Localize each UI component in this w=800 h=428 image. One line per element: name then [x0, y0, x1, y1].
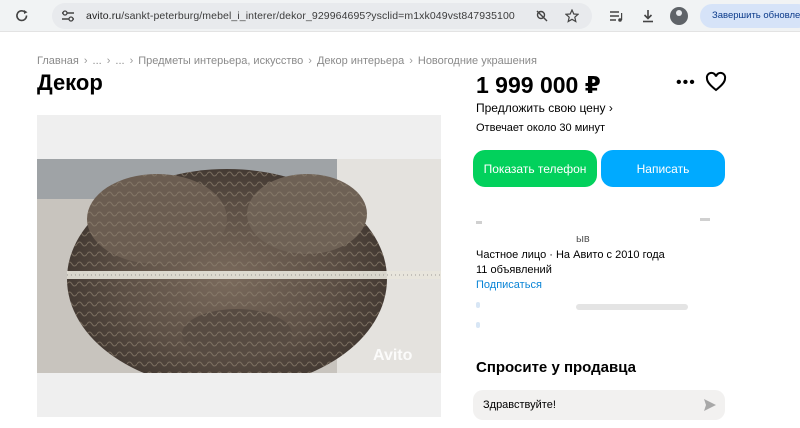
breadcrumb-item-collapsed[interactable]: ... [115, 55, 124, 67]
send-icon[interactable] [703, 398, 717, 412]
breadcrumb-separator: › [129, 55, 134, 67]
seller-name-redacted[interactable] [476, 218, 710, 228]
profile-icon[interactable] [670, 7, 688, 25]
favorite-heart-icon[interactable] [705, 71, 727, 93]
reload-icon[interactable] [12, 6, 32, 26]
breadcrumb: Главная ›... ›... › Предметы интерьера, иску… [37, 55, 537, 67]
price: 1 999 000 ₽ [476, 72, 601, 98]
seller-name-suffix: ыв [576, 233, 590, 245]
breadcrumb-separator: › [83, 55, 88, 67]
url-text: avito.ru/sankt-peterburg/mebel_i_interer… [86, 10, 515, 22]
write-button[interactable]: Написать [601, 150, 725, 187]
seller-name-fragment: ыв [476, 233, 590, 245]
star-icon[interactable] [562, 6, 582, 26]
playlist-icon[interactable] [606, 6, 626, 26]
seller-listings-count[interactable]: 11 объявлений [476, 264, 552, 276]
update-browser-button[interactable]: Завершить обновление [700, 4, 800, 28]
seller-type: Частное лицо · На Авито с 2010 года [476, 249, 665, 261]
site-info-icon[interactable] [58, 6, 78, 26]
ask-seller-title: Спросите у продавца [476, 359, 636, 376]
message-input[interactable] [473, 390, 725, 420]
photo-image [37, 159, 441, 373]
subscribe-link[interactable]: Подписаться [476, 279, 542, 291]
show-phone-button[interactable]: Показать телефон [473, 150, 597, 187]
breadcrumb-separator: › [106, 55, 111, 67]
breadcrumb-item-collapsed[interactable]: ... [93, 55, 102, 67]
browser-toolbar: avito.ru/sankt-peterburg/mebel_i_interer… [0, 0, 800, 32]
breadcrumb-item-newyear[interactable]: Новогодние украшения [418, 55, 537, 67]
breadcrumb-item-home[interactable]: Главная [37, 55, 79, 67]
breadcrumb-item-decor[interactable]: Декор интерьера [317, 55, 404, 67]
breadcrumb-separator: › [308, 55, 312, 67]
page-title: Декор [37, 70, 103, 95]
listing-photo[interactable]: Avito [37, 115, 441, 417]
avito-watermark: Avito [373, 347, 413, 364]
breadcrumb-item-interior[interactable]: Предметы интерьера, искусство [138, 55, 303, 67]
no-track-icon[interactable] [532, 6, 552, 26]
more-options-icon[interactable]: ••• [676, 74, 696, 92]
download-icon[interactable] [638, 6, 658, 26]
redacted-content [476, 298, 691, 332]
breadcrumb-separator: › [409, 55, 413, 67]
address-bar[interactable]: avito.ru/sankt-peterburg/mebel_i_interer… [52, 3, 592, 29]
response-time: Отвечает около 30 минут [476, 122, 606, 134]
offer-price-link[interactable]: Предложить свою цену › [476, 101, 613, 115]
